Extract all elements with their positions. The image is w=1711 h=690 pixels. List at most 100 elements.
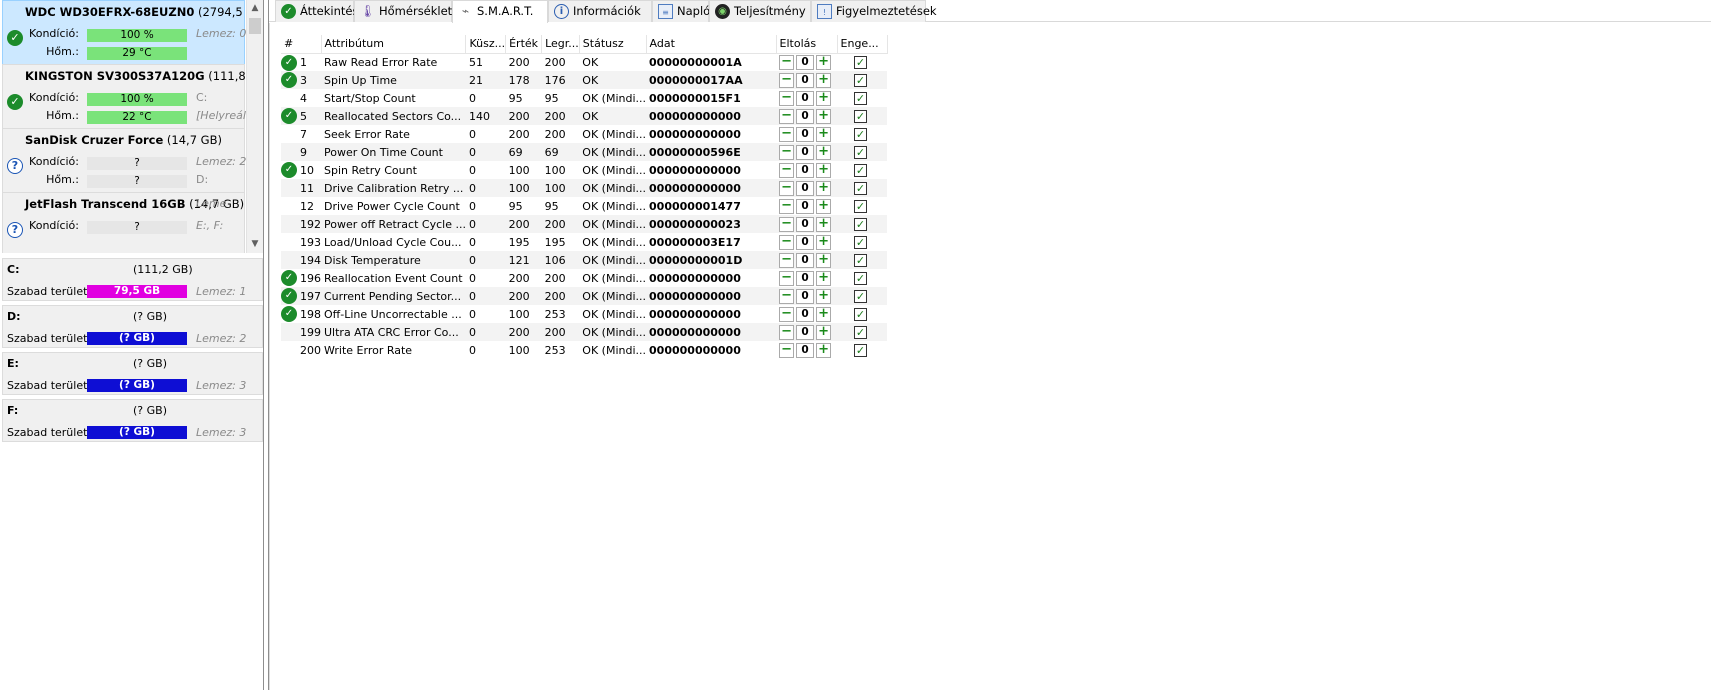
- checkbox-checked-icon[interactable]: ✓: [854, 73, 868, 87]
- minus-icon[interactable]: −: [779, 216, 795, 232]
- plus-icon[interactable]: +: [816, 144, 832, 160]
- offset-value[interactable]: 0: [796, 72, 815, 88]
- minus-icon[interactable]: −: [779, 144, 795, 160]
- table-row[interactable]: ✓ 10 Spin Retry Count 0 100 100 OK (Mindi... 00…: [281, 161, 887, 179]
- table-row[interactable]: 4 Start/Stop Count 0 95 95 OK (Mindi... 000000…: [281, 89, 887, 107]
- checkbox-checked-icon[interactable]: ✓: [854, 163, 868, 177]
- plus-icon[interactable]: +: [816, 198, 832, 214]
- plus-icon[interactable]: +: [816, 126, 832, 142]
- tab-2[interactable]: ⌁ S.M.A.R.T.: [452, 0, 548, 23]
- table-row[interactable]: 9 Power On Time Count 0 69 69 OK (Mindi... 000…: [281, 143, 888, 161]
- checkbox-checked-icon[interactable]: ✓: [854, 127, 868, 141]
- checkbox-checked-icon[interactable]: ✓: [854, 253, 868, 267]
- table-row[interactable]: 200 Write Error Rate 0 100 253 OK (Mindi... 00…: [281, 341, 887, 359]
- checkbox-checked-icon[interactable]: ✓: [854, 217, 868, 231]
- volume-item[interactable]: C: (111,2 GB) Szabad terület 79,5 GB Lemez: …: [2, 258, 263, 301]
- checkbox-checked-icon[interactable]: ✓: [854, 235, 868, 249]
- plus-icon[interactable]: +: [816, 180, 832, 196]
- table-row[interactable]: 7 Seek Error Rate 0 200 200 OK (Mindi... 00000…: [281, 125, 887, 143]
- disk-item[interactable]: JetFlash Transcend 16GB (14,7 GB)? Kondíc…: [2, 192, 245, 253]
- minus-icon[interactable]: −: [779, 126, 795, 142]
- table-row[interactable]: ✓ 197 Current Pending Sector... 0 200 200 OK (…: [281, 287, 888, 305]
- checkbox-checked-icon[interactable]: ✓: [854, 289, 868, 303]
- plus-icon[interactable]: +: [816, 288, 832, 304]
- offset-value[interactable]: 0: [796, 180, 815, 196]
- table-row[interactable]: 193 Load/Unload Cycle Cou... 0 195 195 OK (Mi…: [281, 233, 887, 251]
- column-header[interactable]: Érték: [505, 35, 543, 54]
- minus-icon[interactable]: −: [779, 72, 795, 88]
- offset-value[interactable]: 0: [796, 288, 815, 304]
- minus-icon[interactable]: −: [779, 234, 795, 250]
- disk-item[interactable]: KINGSTON SV300S37A120G (111,8 GB)✓Kondíc…: [2, 64, 246, 132]
- minus-icon[interactable]: −: [779, 108, 795, 124]
- column-header[interactable]: #: [281, 35, 322, 54]
- disk-item[interactable]: WDC WD30EFRX-68EUZN0 (2794,5 GB)✓Kondíci…: [2, 0, 246, 68]
- scroll-thumb[interactable]: [249, 18, 261, 34]
- checkbox-checked-icon[interactable]: ✓: [854, 325, 868, 339]
- plus-icon[interactable]: +: [816, 72, 832, 88]
- table-row[interactable]: 199 Ultra ATA CRC Error Co... 0 200 200 OK (M…: [281, 323, 888, 341]
- minus-icon[interactable]: −: [779, 54, 795, 70]
- minus-icon[interactable]: −: [779, 324, 795, 340]
- checkbox-checked-icon[interactable]: ✓: [854, 91, 868, 105]
- offset-value[interactable]: 0: [796, 342, 815, 358]
- volume-item[interactable]: E: (? GB) Szabad terület (? GB) Lemez: 3: [2, 352, 263, 395]
- checkbox-checked-icon[interactable]: ✓: [854, 307, 868, 321]
- offset-value[interactable]: 0: [796, 216, 815, 232]
- checkbox-checked-icon[interactable]: ✓: [854, 181, 868, 195]
- offset-value[interactable]: 0: [796, 306, 815, 322]
- table-row[interactable]: ✓ 1 Raw Read Error Rate 51 200 200 OK 000000000…: [281, 53, 887, 71]
- tab-3[interactable]: i Információk: [548, 0, 652, 22]
- tab-1[interactable]: 🌡 Hőmérséklet: [354, 0, 452, 22]
- minus-icon[interactable]: −: [779, 270, 795, 286]
- checkbox-checked-icon[interactable]: ✓: [854, 343, 868, 357]
- checkbox-checked-icon[interactable]: ✓: [854, 271, 868, 285]
- offset-value[interactable]: 0: [796, 270, 815, 286]
- minus-icon[interactable]: −: [779, 252, 795, 268]
- minus-icon[interactable]: −: [779, 342, 795, 358]
- offset-value[interactable]: 0: [796, 162, 815, 178]
- table-row[interactable]: 11 Drive Calibration Retry ... 0 100 100 OK (…: [281, 179, 888, 197]
- tab-0[interactable]: ✓ Áttekintés: [275, 0, 358, 22]
- column-header[interactable]: Legr...: [541, 35, 580, 54]
- table-row[interactable]: 192 Power off Retract Cycle ... 0 200 200 OK …: [281, 215, 888, 233]
- offset-value[interactable]: 0: [796, 90, 815, 106]
- plus-icon[interactable]: +: [816, 252, 832, 268]
- tab-5[interactable]: ◉ Teljesítmény: [709, 0, 811, 22]
- offset-value[interactable]: 0: [796, 324, 815, 340]
- plus-icon[interactable]: +: [816, 54, 832, 70]
- checkbox-checked-icon[interactable]: ✓: [854, 109, 868, 123]
- scroll-up-icon[interactable]: ▲: [247, 0, 263, 17]
- plus-icon[interactable]: +: [816, 90, 832, 106]
- offset-value[interactable]: 0: [796, 54, 815, 70]
- column-header[interactable]: Eltolás: [776, 35, 838, 54]
- plus-icon[interactable]: +: [816, 234, 832, 250]
- offset-value[interactable]: 0: [796, 198, 815, 214]
- minus-icon[interactable]: −: [779, 198, 795, 214]
- minus-icon[interactable]: −: [779, 90, 795, 106]
- plus-icon[interactable]: +: [816, 270, 832, 286]
- table-row[interactable]: ✓ 198 Off-Line Uncorrectable ... 0 100 253 OK …: [281, 305, 887, 323]
- volume-item[interactable]: D: (? GB) Szabad terület (? GB) Lemez: 2: [2, 305, 263, 348]
- checkbox-checked-icon[interactable]: ✓: [854, 145, 868, 159]
- disk-list-scrollbar[interactable]: ▲ ▼: [246, 0, 263, 253]
- tab-4[interactable]: ≡ Napló: [652, 0, 710, 22]
- offset-value[interactable]: 0: [796, 126, 815, 142]
- table-row[interactable]: ✓ 3 Spin Up Time 21 178 176 OK 0000000017AA −0 + ✓: [281, 71, 888, 89]
- column-header[interactable]: Enge...: [837, 35, 888, 54]
- offset-value[interactable]: 0: [796, 252, 815, 268]
- offset-value[interactable]: 0: [796, 144, 815, 160]
- tab-6[interactable]: ! Figyelmeztetések: [811, 0, 937, 22]
- plus-icon[interactable]: +: [816, 216, 832, 232]
- checkbox-checked-icon[interactable]: ✓: [854, 199, 868, 213]
- plus-icon[interactable]: +: [816, 306, 832, 322]
- table-row[interactable]: ✓ 5 Reallocated Sectors Co... 140 200 200 OK 00…: [281, 107, 888, 125]
- minus-icon[interactable]: −: [779, 306, 795, 322]
- column-header[interactable]: Adat: [646, 35, 777, 54]
- plus-icon[interactable]: +: [816, 162, 832, 178]
- disk-item[interactable]: SanDisk Cruzer Force (14,7 GB)? Kondíció:…: [2, 128, 246, 196]
- column-header[interactable]: Státusz: [579, 35, 647, 54]
- minus-icon[interactable]: −: [779, 162, 795, 178]
- minus-icon[interactable]: −: [779, 180, 795, 196]
- table-row[interactable]: 12 Drive Power Cycle Count 0 95 95 OK (Mindi.…: [281, 197, 887, 215]
